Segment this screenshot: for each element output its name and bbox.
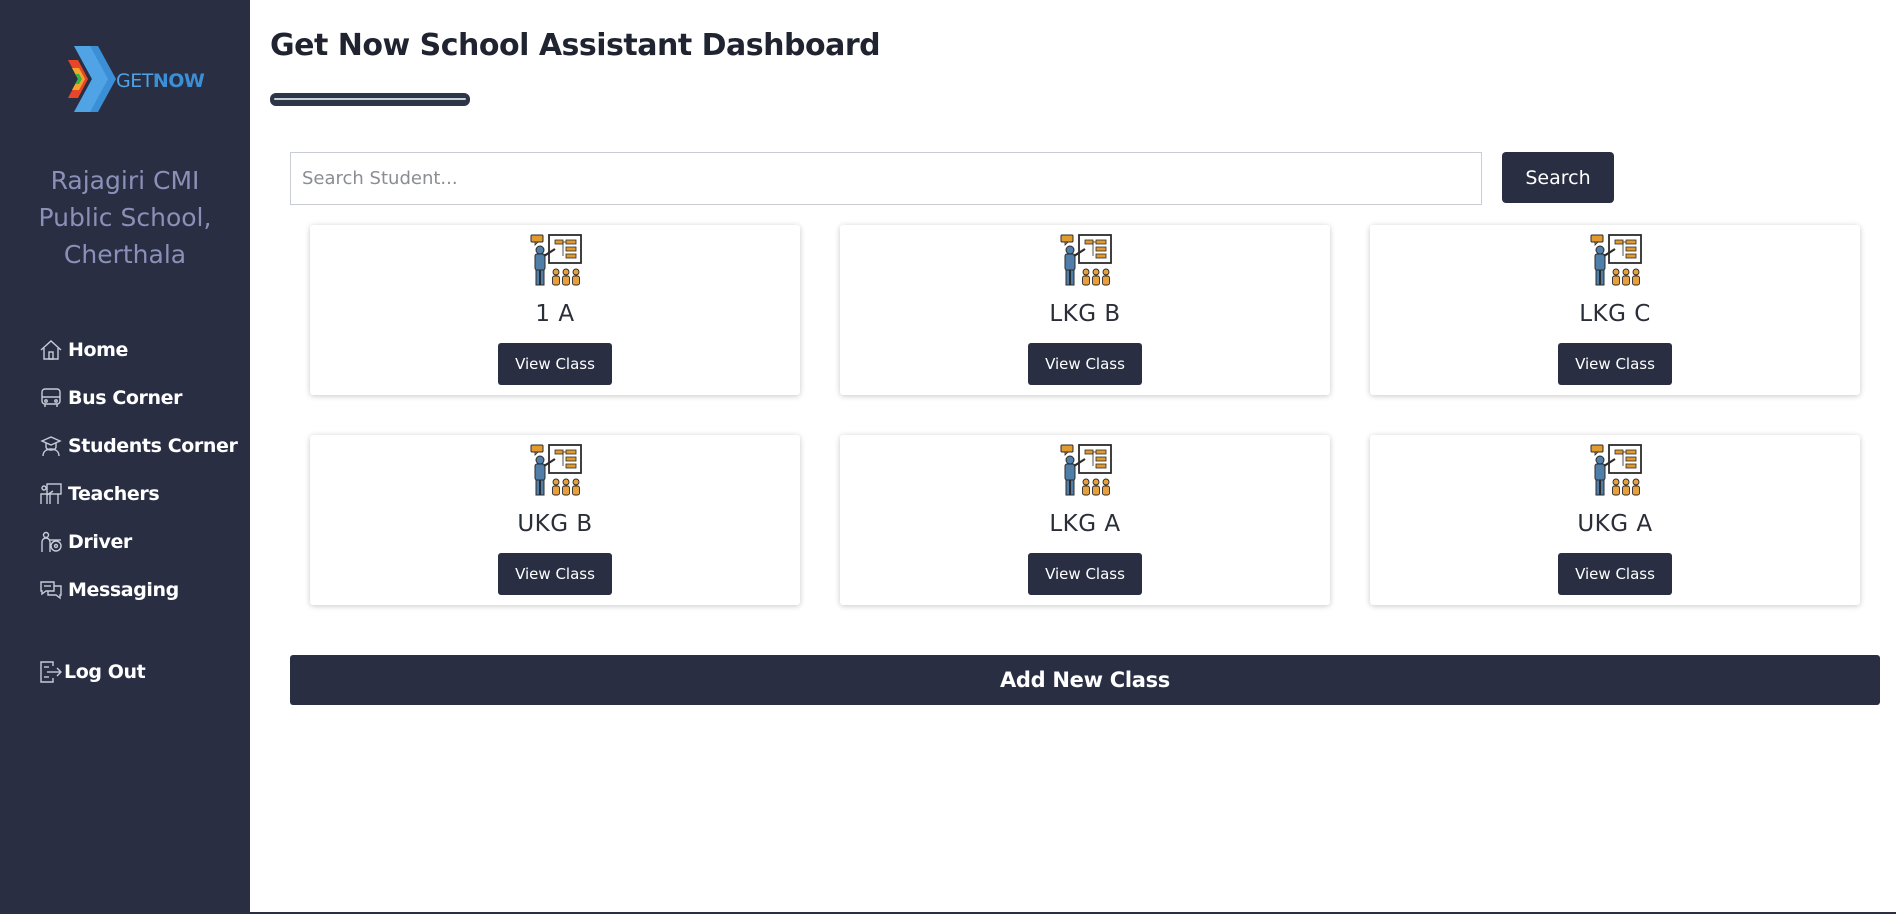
- classroom-icon: [1059, 233, 1113, 287]
- bus-icon: [38, 385, 64, 411]
- class-name: LKG C: [1579, 301, 1651, 327]
- chat-icon: [38, 577, 64, 603]
- sidebar-nav: Home Bus Corner Students Corner Teachers: [38, 326, 248, 614]
- class-card: LKG B View Class: [840, 225, 1330, 395]
- nav-item-students-corner[interactable]: Students Corner: [38, 422, 248, 470]
- view-class-button[interactable]: View Class: [1558, 343, 1672, 385]
- class-name: UKG B: [517, 511, 593, 537]
- nav-item-label: Home: [68, 339, 129, 361]
- view-class-button[interactable]: View Class: [498, 553, 612, 595]
- class-card: 1 A View Class: [310, 225, 800, 395]
- driver-icon: [38, 529, 64, 555]
- getnow-logo[interactable]: GETNOW: [68, 46, 205, 112]
- logo-get: GET: [116, 70, 153, 92]
- nav-item-driver[interactable]: Driver: [38, 518, 248, 566]
- student-icon: [38, 433, 64, 459]
- nav-item-label: Students Corner: [68, 435, 238, 457]
- nav-item-label: Messaging: [68, 579, 179, 601]
- sidebar: GETNOW Rajagiri CMI Public School, Chert…: [0, 0, 250, 914]
- title-underline: [270, 93, 470, 106]
- class-card: UKG A View Class: [1370, 435, 1860, 605]
- logo-text: GETNOW: [116, 70, 205, 92]
- class-card: LKG A View Class: [840, 435, 1330, 605]
- search-student-input[interactable]: [290, 152, 1482, 205]
- logout-button[interactable]: Log Out: [38, 648, 146, 696]
- nav-item-label: Teachers: [68, 483, 160, 505]
- classroom-icon: [529, 443, 583, 497]
- app: GETNOW Rajagiri CMI Public School, Chert…: [0, 0, 1896, 914]
- view-class-button[interactable]: View Class: [1558, 553, 1672, 595]
- class-card: UKG B View Class: [310, 435, 800, 605]
- logout-label: Log Out: [64, 661, 146, 683]
- classroom-icon: [529, 233, 583, 287]
- class-name: LKG A: [1049, 511, 1121, 537]
- view-class-button[interactable]: View Class: [1028, 553, 1142, 595]
- search-button[interactable]: Search: [1502, 152, 1614, 203]
- classroom-icon: [1059, 443, 1113, 497]
- add-new-class-button[interactable]: Add New Class: [290, 655, 1880, 705]
- view-class-button[interactable]: View Class: [1028, 343, 1142, 385]
- page-title: Get Now School Assistant Dashboard: [270, 28, 881, 63]
- class-name: LKG B: [1049, 301, 1121, 327]
- view-class-button[interactable]: View Class: [498, 343, 612, 385]
- logo-now: NOW: [152, 70, 205, 92]
- class-card: LKG C View Class: [1370, 225, 1860, 395]
- classroom-icon: [1589, 233, 1643, 287]
- class-name: 1 A: [535, 301, 575, 327]
- nav-item-messaging[interactable]: Messaging: [38, 566, 248, 614]
- classroom-icon: [1589, 443, 1643, 497]
- nav-item-teachers[interactable]: Teachers: [38, 470, 248, 518]
- nav-item-home[interactable]: Home: [38, 326, 248, 374]
- main-content: Get Now School Assistant Dashboard Searc…: [250, 0, 1896, 914]
- nav-item-label: Bus Corner: [68, 387, 183, 409]
- logo-chevron-icon: [68, 46, 116, 112]
- teacher-icon: [38, 481, 64, 507]
- nav-item-label: Driver: [68, 531, 132, 553]
- logout-icon: [38, 659, 64, 685]
- home-icon: [38, 337, 64, 363]
- school-name: Rajagiri CMI Public School, Cherthala: [38, 166, 212, 269]
- class-name: UKG A: [1577, 511, 1653, 537]
- nav-item-bus-corner[interactable]: Bus Corner: [38, 374, 248, 422]
